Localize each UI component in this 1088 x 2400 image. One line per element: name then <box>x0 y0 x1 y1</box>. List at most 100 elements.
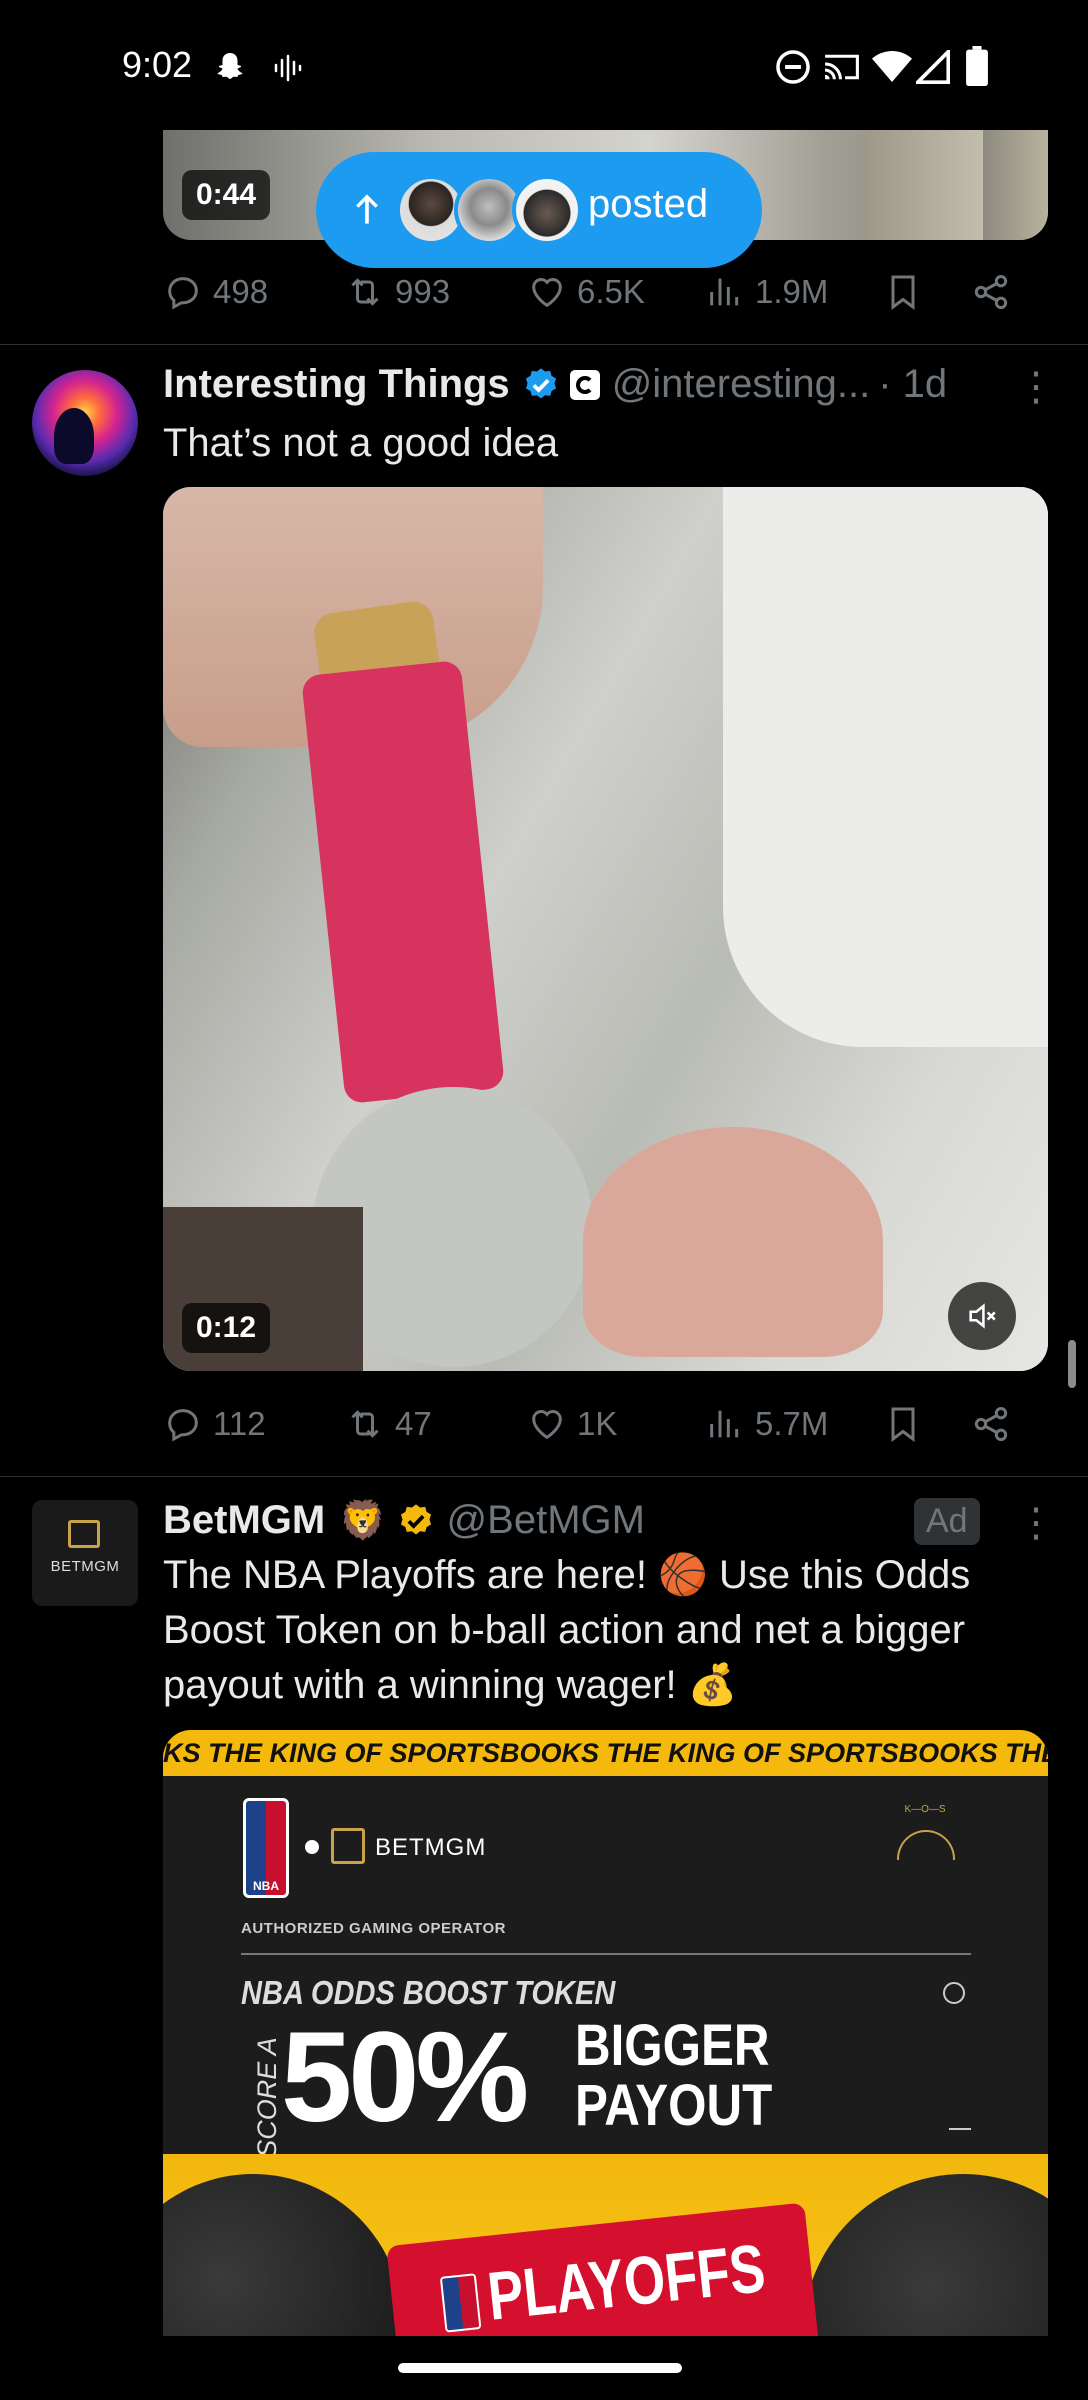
share-icon <box>974 275 1008 309</box>
circle-mark-icon <box>943 1982 965 2004</box>
video-duration: 0:12 <box>182 1303 271 1353</box>
playoffs-text: PLAYOFFS <box>484 2230 769 2335</box>
kos-label: K—O—S <box>904 1804 946 1815</box>
tweet-text: The NBA Playoffs are here! 🏀 Use this Od… <box>163 1548 1043 1713</box>
handle[interactable]: @interesting... <box>612 362 871 407</box>
tweet-text-line: The NBA Playoffs are here! 🏀 Use this Od… <box>163 1553 971 1597</box>
basketball-icon <box>803 2174 1048 2336</box>
share-button[interactable] <box>971 1404 1021 1444</box>
gesture-nav-bar[interactable] <box>398 2363 682 2373</box>
playoffs-strip: PLAYOFFS <box>163 2154 1048 2336</box>
payout-text: PAYOUT <box>575 2073 773 2138</box>
tweet-actions: 498 993 6.5K 1.9M <box>163 262 1043 322</box>
lion-emoji-icon: 🦁 <box>339 1499 387 1542</box>
repost-icon <box>351 278 379 306</box>
tweet-video[interactable] <box>163 487 1048 1371</box>
tweet-text-line: Boost Token on b-ball action and net a b… <box>163 1608 966 1652</box>
tweet-actions: 112 47 1K 5.7M <box>163 1394 1043 1454</box>
dash-mark <box>949 2128 971 2130</box>
ad-badge: Ad <box>914 1498 980 1545</box>
heart-icon <box>532 1410 562 1440</box>
divider <box>0 344 1088 345</box>
share-icon <box>974 1407 1008 1441</box>
tweet-header: Interesting Things @interesting... · 1d <box>163 362 947 407</box>
arrow-up-icon <box>356 194 378 224</box>
reply-count: 498 <box>213 273 269 310</box>
share-button[interactable] <box>971 272 1021 312</box>
affiliate-badge-icon <box>569 369 600 400</box>
audio-wave-icon <box>274 54 302 82</box>
battery-icon <box>966 46 988 86</box>
banner-rule <box>241 1953 971 1955</box>
banner-ticker: KS THE KING OF SPORTSBOOKS THE KING OF S… <box>163 1730 1048 1776</box>
nba-logo-text: NBA <box>253 1879 279 1893</box>
dnd-icon <box>776 50 810 84</box>
new-posts-pill[interactable]: posted <box>316 152 762 268</box>
handle[interactable]: @BetMGM <box>447 1498 645 1543</box>
like-button[interactable]: 1K <box>527 1404 705 1444</box>
view-count: 5.7M <box>755 1405 829 1442</box>
view-count: 1.9M <box>755 273 829 310</box>
divider <box>0 1476 1088 1477</box>
reply-button[interactable]: 498 <box>163 272 345 312</box>
verified-gold-badge-icon <box>400 1503 431 1534</box>
display-name[interactable]: BetMGM <box>163 1498 325 1543</box>
repost-button[interactable]: 47 <box>345 1404 527 1444</box>
wifi-icon <box>872 51 912 82</box>
views-button[interactable]: 1.9M <box>705 272 883 312</box>
reply-icon <box>168 1409 198 1442</box>
avatar-text: BETMGM <box>50 1558 120 1575</box>
signal-icon <box>916 50 950 84</box>
banner-brand: BETMGM <box>375 1834 487 1861</box>
more-options-icon[interactable]: ⋮ <box>1016 364 1056 410</box>
basketball-icon <box>163 2174 403 2336</box>
timestamp: · 1d <box>878 362 948 406</box>
like-count: 6.5K <box>577 273 645 310</box>
bigger-text: BIGGER <box>575 2013 770 2078</box>
score-a-label: SCORE A <box>251 2037 282 2158</box>
like-count: 1K <box>577 1405 618 1442</box>
status-time: 9:02 <box>122 44 193 85</box>
nba-logo-icon <box>439 2273 482 2333</box>
views-icon <box>710 1410 739 1438</box>
betmgm-logo-icon <box>331 1828 365 1864</box>
bookmark-icon <box>891 275 915 310</box>
posted-label: posted <box>588 182 709 226</box>
dot-separator <box>305 1840 319 1854</box>
display-name[interactable]: Interesting Things <box>163 362 510 407</box>
cast-icon <box>825 54 859 80</box>
repost-count: 993 <box>395 273 451 310</box>
mute-button[interactable] <box>948 1282 1016 1350</box>
repost-button[interactable]: 993 <box>345 272 527 312</box>
repost-icon <box>351 1410 379 1438</box>
bookmark-button[interactable] <box>883 272 971 312</box>
nba-logo-icon: NBA <box>243 1798 289 1898</box>
scrollbar[interactable] <box>1068 1340 1076 1388</box>
avatar[interactable]: BETMGM <box>32 1500 138 1606</box>
bookmark-icon <box>891 1407 915 1442</box>
video-duration: 0:44 <box>182 170 271 220</box>
heart-icon <box>532 278 562 308</box>
playoffs-badge: PLAYOFFS <box>386 2202 820 2336</box>
lion-logo-icon <box>68 1520 100 1548</box>
tweet-text-line: payout with a winning wager! 💰 <box>163 1663 738 1707</box>
avatar[interactable] <box>32 370 138 476</box>
kos-crown-icon <box>897 1830 955 1860</box>
reply-icon <box>168 277 198 310</box>
authorized-label: AUTHORIZED GAMING OPERATOR <box>241 1920 506 1937</box>
reply-button[interactable]: 112 <box>163 1404 345 1444</box>
tweet-header: BetMGM 🦁 @BetMGM <box>163 1498 645 1543</box>
tweet-text: That’s not a good idea <box>163 421 559 465</box>
views-button[interactable]: 5.7M <box>705 1404 883 1444</box>
bookmark-button[interactable] <box>883 1404 971 1444</box>
ad-banner[interactable]: KS THE KING OF SPORTSBOOKS THE KING OF S… <box>163 1730 1048 2336</box>
like-button[interactable]: 6.5K <box>527 272 705 312</box>
more-options-icon[interactable]: ⋮ <box>1016 1500 1056 1546</box>
repost-count: 47 <box>395 1405 432 1442</box>
views-icon <box>710 278 739 306</box>
verified-badge-icon <box>525 367 556 398</box>
avatar <box>512 175 582 245</box>
muted-speaker-icon <box>969 1303 996 1329</box>
big-number: 50% <box>281 2006 529 2149</box>
reply-count: 112 <box>213 1405 266 1442</box>
